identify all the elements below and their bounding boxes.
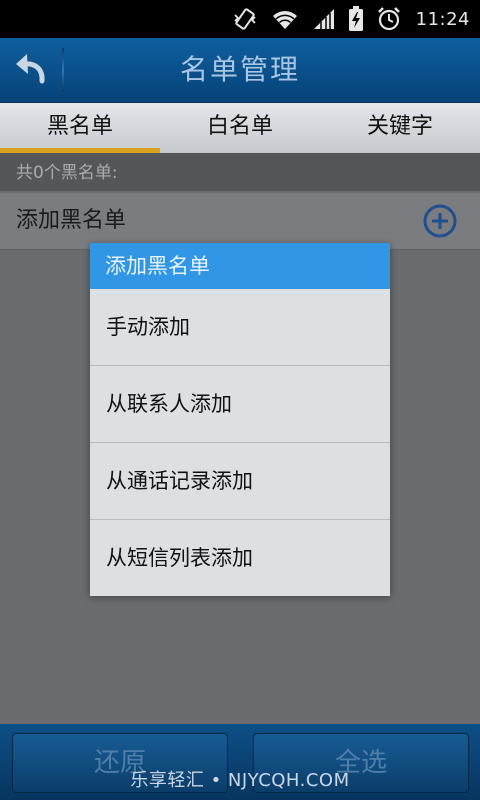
title-divider [62,48,64,92]
dialog-item-from-call-log[interactable]: 从通话记录添加 [90,443,390,520]
tab-blacklist[interactable]: 黑名单 [0,103,160,153]
status-bar: 11:24 [0,0,480,38]
dialog-item-from-contacts[interactable]: 从联系人添加 [90,366,390,443]
tab-whitelist[interactable]: 白名单 [160,103,320,153]
back-button[interactable] [6,44,58,96]
alarm-icon [376,6,402,32]
title-bar: 名单管理 [0,38,480,103]
status-icons: 11:24 [220,4,470,34]
status-time: 11:24 [415,8,470,30]
blacklist-count: 共0个黑名单: [0,153,480,191]
app-screen: 11:24 名单管理 黑名单 白名单 关键字 共0个黑名单: 添加黑名单 添加黑… [0,0,480,800]
wifi-icon [270,7,300,31]
tab-keywords[interactable]: 关键字 [320,103,480,153]
signal-icon [312,7,336,31]
watermark-text: 乐享轻汇 • NJYCQH.COM [130,770,350,791]
add-blacklist-label: 添加黑名单 [16,208,127,233]
dialog-item-from-sms[interactable]: 从短信列表添加 [90,520,390,596]
plus-circle-icon[interactable] [422,203,458,243]
dialog-item-manual-add[interactable]: 手动添加 [90,289,390,366]
vibrate-icon [232,6,258,32]
add-blacklist-row[interactable]: 添加黑名单 [0,193,480,250]
back-arrow-icon [16,54,45,84]
battery-charging-icon [348,6,364,32]
page-title: 名单管理 [179,53,300,86]
add-blacklist-dialog: 添加黑名单 手动添加 从联系人添加 从通话记录添加 从短信列表添加 [90,243,390,596]
tab-bar: 黑名单 白名单 关键字 [0,103,480,153]
dialog-title: 添加黑名单 [90,243,390,289]
